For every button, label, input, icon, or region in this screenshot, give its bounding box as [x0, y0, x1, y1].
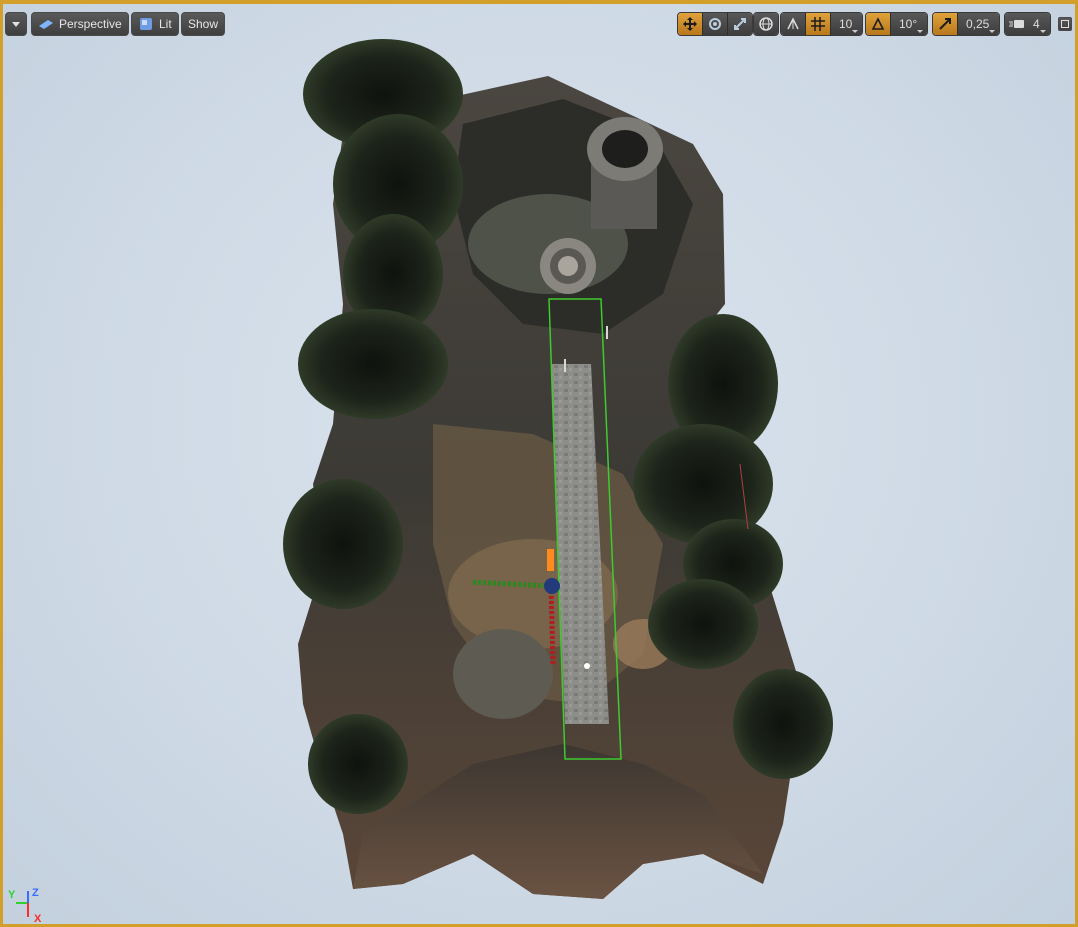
world-space-button[interactable] [754, 13, 778, 35]
viewport-options-button[interactable] [5, 12, 27, 36]
globe-icon [759, 17, 773, 31]
translate-mode-button[interactable] [678, 13, 703, 35]
stone-well[interactable] [540, 238, 596, 294]
maximize-icon [1061, 20, 1069, 28]
camera-speed-dropdown[interactable]: 4 [1005, 13, 1050, 35]
perspective-button[interactable]: Perspective [31, 12, 129, 36]
move-arrows-icon [683, 17, 697, 31]
transform-mode-group [677, 12, 753, 36]
lit-label: Lit [159, 17, 172, 31]
scale-snap-value: 0,25 [966, 17, 990, 31]
scale-snap-group: 0,25 [932, 12, 1001, 36]
grid-snap-group: 10 [780, 12, 864, 36]
axis-x-label: X [34, 913, 42, 925]
castle-tower[interactable] [587, 117, 663, 229]
scale-icon [734, 18, 746, 30]
axis-z-label: Z [32, 887, 39, 899]
rotation-snap-value-dropdown[interactable]: 10° [891, 13, 928, 35]
scene-render[interactable] [3, 4, 1075, 924]
axis-indicator: Y Z X [8, 887, 48, 925]
lit-sphere-icon [138, 16, 154, 32]
camera-speed-group: 4 [1004, 12, 1051, 36]
angle-icon [871, 17, 885, 30]
grid-snap-toggle[interactable] [806, 13, 831, 35]
rotate-mode-button[interactable] [703, 13, 728, 35]
chevron-down-icon [8, 16, 24, 32]
scale-arrow-icon [939, 18, 951, 30]
axis-y-label: Y [8, 889, 16, 901]
scale-snap-value-dropdown[interactable]: 0,25 [958, 13, 1000, 35]
surface-snap-button[interactable] [781, 13, 806, 35]
view-mode-button[interactable]: Lit [131, 12, 179, 36]
perspective-label: Perspective [59, 17, 122, 31]
grid-snap-value-dropdown[interactable]: 10 [831, 13, 863, 35]
rotation-snap-toggle[interactable] [866, 13, 891, 35]
level-viewport[interactable]: Perspective Lit Show 10 10° 0,25 4 Y Z X [0, 0, 1078, 927]
show-flags-button[interactable]: Show [181, 12, 226, 36]
grid-snap-value: 10 [839, 17, 853, 31]
rotation-snap-group: 10° [865, 12, 929, 36]
rotation-snap-value: 10° [899, 17, 918, 31]
show-label: Show [188, 17, 219, 31]
rotate-icon [709, 18, 721, 30]
maximize-viewport-button[interactable] [1058, 17, 1072, 31]
grid-icon [811, 17, 825, 31]
coordinate-space-group [753, 12, 779, 36]
surface-snap-icon [787, 17, 799, 30]
scale-mode-button[interactable] [728, 13, 752, 35]
camera-speed-icon [1009, 20, 1024, 28]
camera-speed-value: 4 [1033, 17, 1040, 31]
camera-perspective-icon [38, 16, 54, 32]
scale-snap-toggle[interactable] [933, 13, 958, 35]
